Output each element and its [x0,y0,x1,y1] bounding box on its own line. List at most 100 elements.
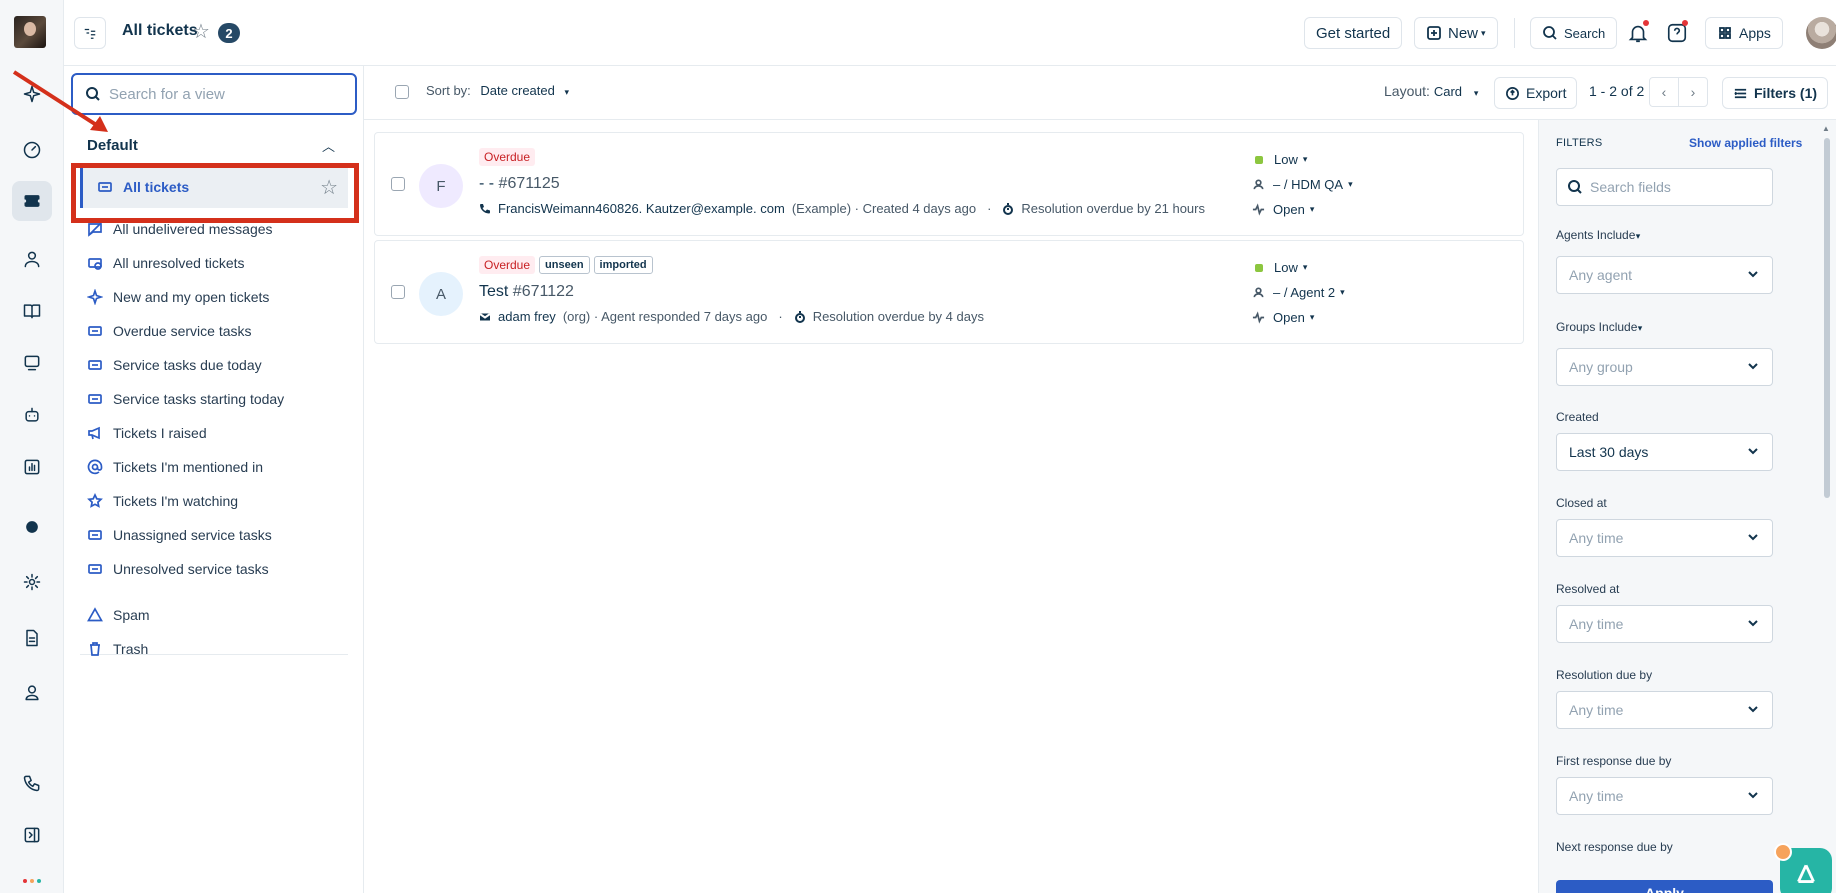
gear-icon[interactable] [12,562,52,602]
priority-dropdown[interactable]: Low ▾ [1252,147,1353,172]
view-item-starting-today[interactable]: Service tasks starting today [87,382,357,416]
export-button[interactable]: Export [1494,77,1578,109]
groups-select-value: Any group [1569,359,1633,375]
created-select[interactable]: Last 30 days [1556,433,1773,471]
view-search-input[interactable] [109,85,339,103]
user-avatar[interactable] [1806,17,1836,49]
ticket-number: #671122 [512,283,574,300]
status-dropdown[interactable]: Open ▾ [1252,197,1353,222]
get-started-button[interactable]: Get started [1304,17,1403,49]
contacts-icon[interactable] [12,239,52,279]
help-dot [1682,20,1688,26]
activity-icon [1252,203,1265,216]
star-icon [87,493,103,508]
view-item-label: Unresolved service tasks [113,561,269,577]
view-item-trash[interactable]: Trash [87,632,357,666]
notifications-bell-icon[interactable] [1625,20,1651,46]
priority-dropdown[interactable]: Low ▾ [1252,255,1345,280]
requester-meta: (Example) · Created 4 days ago [791,201,977,216]
profile-icon[interactable] [12,672,52,712]
view-item-spam[interactable]: Spam [87,598,357,632]
assignee-dropdown[interactable]: – / Agent 2 ▾ [1252,280,1345,305]
chevron-down-icon: ▾ [1309,204,1315,214]
priority-indicator [1255,155,1263,164]
layout-dropdown[interactable]: Layout: Card ▾ [1384,83,1478,99]
view-item-label: Tickets I raised [113,425,207,441]
apps-button[interactable]: Apps [1705,17,1783,49]
help-icon[interactable] [1664,20,1690,46]
sort-by-dropdown[interactable]: Sort by: Date created ▾ [426,83,569,98]
bot-icon[interactable] [12,395,52,435]
timer-icon [794,310,805,323]
view-item-unresolved-service[interactable]: Unresolved service tasks [87,552,357,586]
ticket-icon [88,326,102,336]
ticket-count-badge: 2 [218,23,240,43]
views-group-heading: Default [87,137,138,154]
assets-icon[interactable] [12,343,52,383]
ticket-subject[interactable]: Test #671122 [479,283,574,301]
first-response-select[interactable]: Any time [1556,777,1773,815]
view-item-mentioned[interactable]: Tickets I'm mentioned in [87,450,357,484]
closed-at-select-value: Any time [1569,530,1624,546]
resolved-at-select[interactable]: Any time [1556,605,1773,643]
ticket-icon [88,564,102,574]
ticket-card[interactable]: F Overdue - - #671125 FrancisWeimann4608… [374,132,1524,236]
filters-toggle-button[interactable]: Filters (1) [1722,77,1829,109]
ticket-checkbox[interactable] [391,177,405,191]
ticket-card[interactable]: A Overdue unseen imported Test #671122 a… [374,240,1524,344]
view-item-unassigned[interactable]: Unassigned service tasks [87,518,357,552]
sla-text: Resolution overdue by 4 days [812,309,984,324]
resolution-due-select[interactable]: Any time [1556,691,1773,729]
list-toolbar: Sort by: Date created ▾ Layout: Card ▾ E… [364,66,1836,120]
status-dropdown[interactable]: Open ▾ [1252,305,1345,330]
groups-select[interactable]: Any group [1556,348,1773,386]
view-item-watching[interactable]: Tickets I'm watching [87,484,357,518]
filters-scrollbar[interactable] [1824,138,1830,498]
new-button[interactable]: New ▾ [1414,17,1498,49]
phone-icon[interactable] [12,763,52,803]
ticket-checkbox[interactable] [391,285,405,299]
pagination-text: 1 - 2 of 2 [1589,83,1645,99]
closed-at-select[interactable]: Any time [1556,519,1773,557]
app-grid-icon[interactable] [22,878,42,890]
filter-search-field[interactable] [1556,168,1773,206]
requester-name[interactable]: adam frey [498,309,556,324]
prev-page-button[interactable]: ‹ [1649,77,1679,107]
reports-icon[interactable] [12,447,52,487]
chat-icon[interactable] [12,507,52,547]
scroll-up-arrow[interactable]: ▲ [1822,124,1830,133]
filter-label-agents[interactable]: Agents Include ▾ [1556,228,1640,242]
tickets-icon[interactable] [12,181,52,221]
filter-label-groups[interactable]: Groups Include ▾ [1556,320,1642,334]
assignee-dropdown[interactable]: – / HDM QA ▾ [1252,172,1353,197]
next-page-button[interactable]: › [1678,77,1708,107]
view-item-new-and-open[interactable]: New and my open tickets [87,280,357,314]
knowledge-base-icon[interactable] [12,291,52,331]
view-item-label: Spam [113,607,150,623]
toggle-views-button[interactable] [74,17,106,49]
ticket-subject[interactable]: - - #671125 [479,175,560,193]
favorite-star-icon[interactable]: ☆ [192,19,210,44]
requester-name[interactable]: FrancisWeimann460826. Kautzer@example. c… [498,201,785,216]
priority-value: Low [1274,260,1298,275]
collapse-panel-icon[interactable] [12,815,52,855]
show-applied-filters-link[interactable]: Show applied filters [1689,136,1802,150]
view-item-unresolved[interactable]: All unresolved tickets [87,246,357,280]
filter-label-resolution-due: Resolution due by [1556,668,1653,682]
view-item-label: All unresolved tickets [113,255,245,271]
chevron-up-icon[interactable]: ︿ [322,136,335,155]
ticket-subject-text: Test [479,283,513,300]
agents-select[interactable]: Any agent [1556,256,1773,294]
documents-icon[interactable] [12,618,52,658]
megaphone-icon [88,426,100,440]
view-item-label: Service tasks starting today [113,391,285,407]
account-logo[interactable] [14,16,46,48]
chevron-down-icon: ▾ [1302,262,1308,272]
view-item-overdue-service[interactable]: Overdue service tasks [87,314,357,348]
view-item-due-today[interactable]: Service tasks due today [87,348,357,382]
filter-search-input[interactable] [1590,179,1770,195]
apply-filters-button[interactable]: Apply [1556,880,1773,893]
search-button[interactable]: Search [1530,17,1618,49]
view-item-raised[interactable]: Tickets I raised [87,416,357,450]
select-all-checkbox[interactable] [395,85,409,99]
